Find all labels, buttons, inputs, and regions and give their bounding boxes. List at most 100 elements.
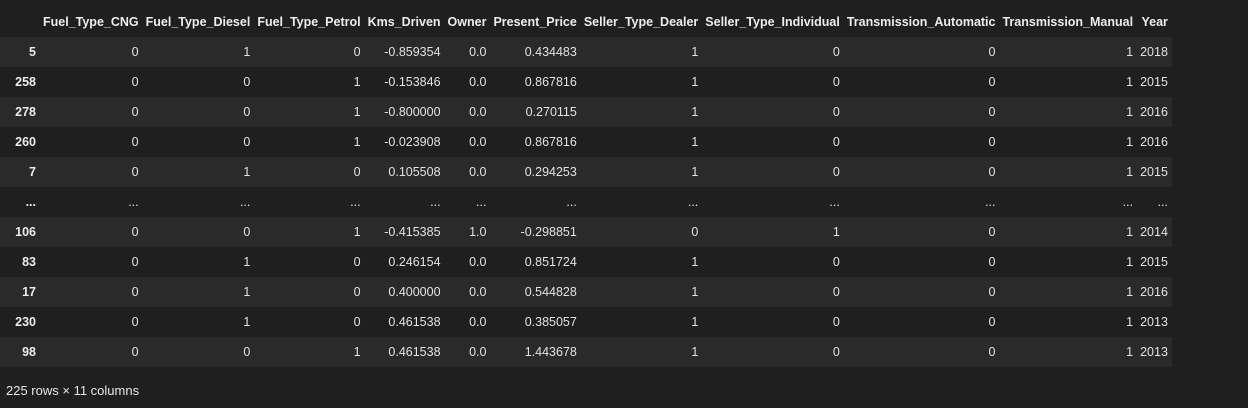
table-cell: ... (128, 195, 139, 209)
table-cell: 1 (353, 105, 361, 119)
table-cell: 1 (691, 135, 699, 149)
table-cell: 0.544828 (524, 285, 577, 299)
table-cell: 0 (988, 285, 996, 299)
table-cell: 0.0 (469, 135, 487, 149)
table-cell: 0.0 (469, 75, 487, 89)
table-cell: -0.859354 (384, 45, 441, 59)
table-cell: 0.867816 (524, 75, 577, 89)
table-body: 5 0 1 0 -0.859354 0.0 0.434483 1 0 0 1 2018 258 0 0 1 -0… (0, 37, 1172, 367)
row-index: 106 (15, 225, 36, 239)
column-header: Seller_Type_Individual (705, 15, 840, 29)
table-cell: 0 (988, 45, 996, 59)
table-cell: 0.867816 (524, 135, 577, 149)
column-header: Kms_Driven (367, 15, 441, 29)
table-cell: 0 (832, 165, 840, 179)
column-header: Owner (447, 15, 487, 29)
table-cell: ... (1157, 195, 1168, 209)
table-cell: 0 (832, 45, 840, 59)
table-cell: 0 (131, 285, 139, 299)
table-cell: 0 (131, 135, 139, 149)
table-cell: 0 (988, 225, 996, 239)
table-cell: -0.153846 (384, 75, 441, 89)
column-header: Fuel_Type_Petrol (257, 15, 361, 29)
table-cell: 1 (691, 105, 699, 119)
table-cell: 1 (691, 315, 699, 329)
table-row: 98 0 0 1 0.461538 0.0 1.443678 1 0 0 1 2013 (0, 337, 1172, 367)
row-index: 260 (15, 135, 36, 149)
table-cell: 0 (353, 45, 361, 59)
table-cell: 2013 (1140, 345, 1168, 359)
table-cell: 0 (243, 75, 251, 89)
table-cell: 1 (691, 165, 699, 179)
table-cell: 0 (832, 315, 840, 329)
table-cell: 0 (243, 225, 251, 239)
table-cell: 2016 (1140, 285, 1168, 299)
table-cell: 1 (691, 285, 699, 299)
table-cell: 1 (1126, 285, 1134, 299)
table-cell: 1 (353, 135, 361, 149)
table-cell: 0.434483 (524, 45, 577, 59)
table-cell: ... (239, 195, 251, 209)
table-cell: 0 (832, 255, 840, 269)
dataframe-shape-label: 225 rows × 11 columns (6, 383, 140, 398)
table-cell: 1.0 (469, 225, 487, 239)
table-cell: 0 (131, 225, 139, 239)
table-cell: 2014 (1140, 225, 1168, 239)
table-cell: 1 (691, 45, 699, 59)
row-index: 7 (29, 165, 36, 179)
table-cell: -0.298851 (520, 225, 577, 239)
column-header: Transmission_Automatic (846, 15, 996, 29)
table-cell: 1 (243, 285, 251, 299)
row-index: 258 (15, 75, 36, 89)
table-cell: 2013 (1140, 315, 1168, 329)
table-cell: 0 (131, 345, 139, 359)
table-cell: 0 (988, 315, 996, 329)
table-cell: 0 (988, 75, 996, 89)
table-cell: -0.023908 (384, 135, 441, 149)
table-cell: 1 (691, 75, 699, 89)
dataframe-table: Fuel_Type_CNG Fuel_Type_Diesel Fuel_Type_P… (0, 7, 1172, 367)
table-cell: 0 (691, 225, 699, 239)
table-cell: ... (566, 195, 577, 209)
table-cell: 0 (832, 105, 840, 119)
table-cell: 0.385057 (524, 315, 577, 329)
table-row: 278 0 0 1 -0.800000 0.0 0.270115 1 0 0 1 2016 (0, 97, 1172, 127)
row-index: 5 (29, 45, 36, 59)
table-cell: 0.0 (469, 165, 487, 179)
table-cell: 0 (353, 285, 361, 299)
table-cell: ... (350, 195, 361, 209)
table-cell: 0 (131, 165, 139, 179)
dataframe-output: Fuel_Type_CNG Fuel_Type_Diesel Fuel_Type_P… (0, 0, 1248, 408)
table-cell: 0 (131, 315, 139, 329)
table-cell: 0 (988, 105, 996, 119)
column-header: Year (1141, 15, 1168, 29)
column-header: Present_Price (493, 15, 577, 29)
table-cell: 1 (1126, 255, 1134, 269)
row-index: 230 (15, 315, 36, 329)
table-row: 230 0 1 0 0.461538 0.0 0.385057 1 0 0 1 2013 (0, 307, 1172, 337)
table-cell: 0 (832, 285, 840, 299)
table-cell: 2015 (1140, 165, 1168, 179)
table-cell: 0.294253 (524, 165, 577, 179)
table-cell: 0.0 (469, 105, 487, 119)
table-cell: 0 (131, 45, 139, 59)
table-cell: 0 (131, 255, 139, 269)
table-cell: 1 (1126, 135, 1134, 149)
header-row: Fuel_Type_CNG Fuel_Type_Diesel Fuel_Type_P… (0, 7, 1172, 37)
table-cell: 1 (353, 75, 361, 89)
table-cell: ... (1122, 195, 1134, 209)
table-cell: -0.800000 (384, 105, 441, 119)
table-cell: 0 (832, 75, 840, 89)
row-index: 98 (22, 345, 36, 359)
table-cell: 1 (353, 225, 361, 239)
table-cell: 0.461538 (388, 315, 441, 329)
table-cell: 0.270115 (525, 105, 577, 119)
table-cell: 0.400000 (388, 285, 441, 299)
table-cell: 2015 (1140, 255, 1168, 269)
table-cell: 0 (988, 165, 996, 179)
table-cell: 2016 (1140, 135, 1168, 149)
table-cell: 0 (131, 75, 139, 89)
index-header (0, 7, 40, 37)
table-cell: 0.461538 (388, 345, 441, 359)
table-cell: 0 (353, 255, 361, 269)
